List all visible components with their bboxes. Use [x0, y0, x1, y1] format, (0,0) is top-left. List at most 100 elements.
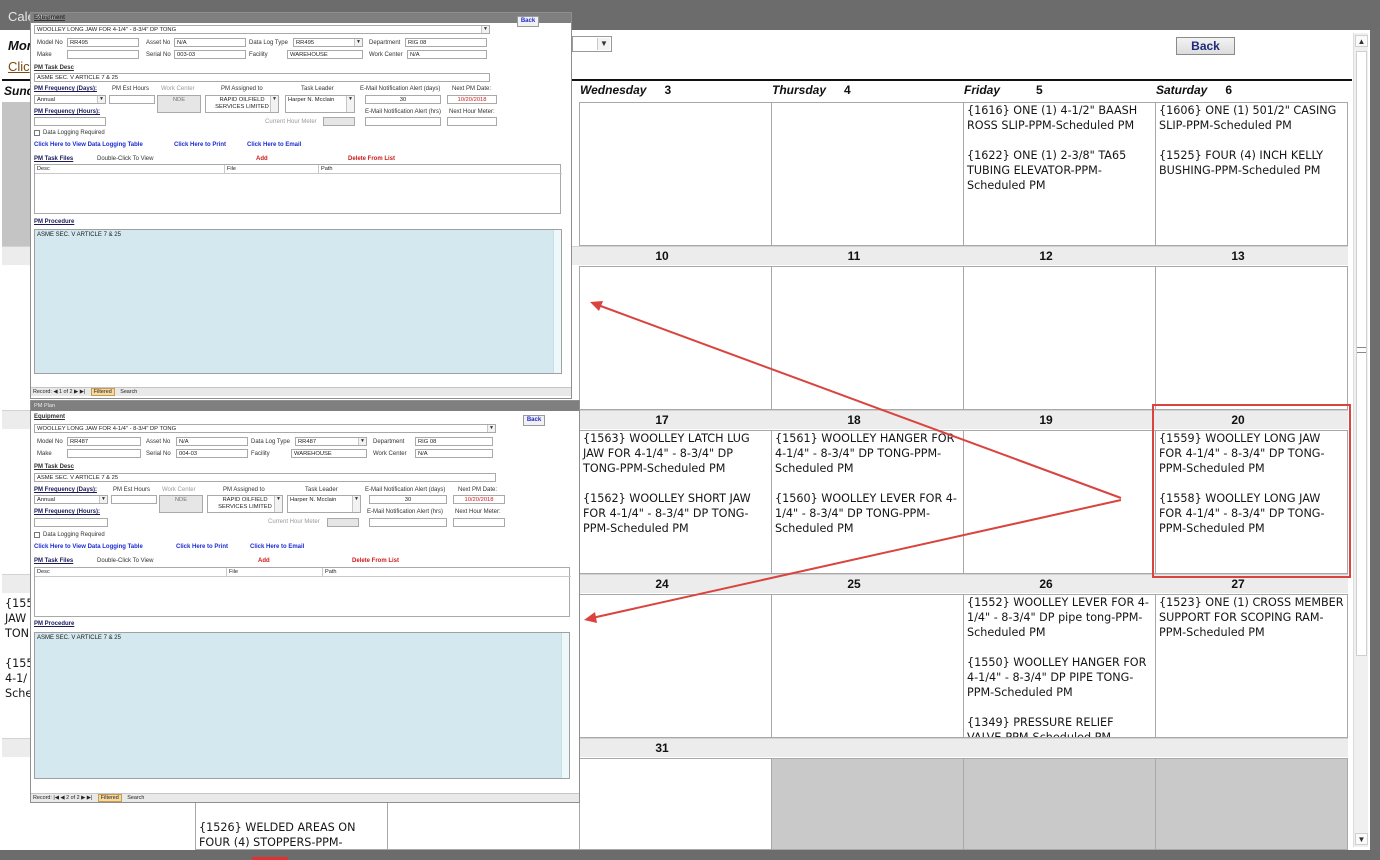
data-log-type-select[interactable]: RR495 ▼ — [293, 38, 363, 47]
calendar-cell-fri-19[interactable] — [963, 430, 1156, 574]
pm-entry[interactable]: {1550} WOOLLEY HANGER FOR 4-1/4" - 8-3/4… — [967, 655, 1152, 700]
procedure-textarea[interactable]: ASME SEC. V ARTICLE 7 & 25 — [34, 632, 570, 779]
calendar-cell-fri-26[interactable]: {1552} WOOLLEY LEVER FOR 4-1/4" - 8-3/4"… — [963, 594, 1156, 738]
pm-entry[interactable]: {1606} ONE (1) 501/2" CASING SLIP-PPM-Sc… — [1159, 103, 1344, 133]
pm-entry[interactable]: {1523} ONE (1) CROSS MEMBER SUPPORT FOR … — [1159, 595, 1344, 640]
make-field[interactable] — [67, 50, 139, 59]
pm-plan-window-2[interactable]: PM Plan Equipment WOOLLEY LONG JAW FOR 4… — [30, 400, 580, 803]
delete-file-button[interactable]: Delete From List — [352, 558, 399, 564]
email-hrs-field[interactable] — [369, 518, 447, 527]
data-logging-checkbox[interactable] — [34, 130, 40, 136]
scroll-up-icon[interactable]: ▲ — [1355, 35, 1368, 47]
email-link[interactable]: Click Here to Email — [250, 544, 304, 550]
search-box[interactable]: Search — [127, 795, 144, 801]
work-center-field[interactable]: N/A — [415, 449, 493, 458]
email-hrs-field[interactable] — [365, 117, 441, 126]
calendar-cell-thu-4[interactable] — [771, 102, 964, 246]
scroll-thumb[interactable] — [1356, 51, 1367, 656]
month-select[interactable]: ▼ — [572, 36, 612, 52]
filter-indicator[interactable]: Filtered — [90, 388, 115, 396]
pm-entry[interactable]: {1560} WOOLLEY LEVER FOR 4-1/4" - 8-3/4"… — [775, 491, 960, 536]
calendar-cell-fri-5[interactable]: {1616} ONE (1) 4-1/2" BAASH ROSS SLIP-PP… — [963, 102, 1156, 246]
add-file-button[interactable]: Add — [256, 156, 268, 162]
calendar-cell-thu-11[interactable] — [771, 266, 964, 410]
pm-entry[interactable]: {1349} PRESSURE RELIEF VALVE-PPM-Schedul… — [967, 715, 1152, 737]
task-desc-field[interactable]: ASME SEC. V ARTICLE 7 & 25 — [34, 73, 490, 82]
procedure-textarea[interactable]: ASME SEC. V ARTICLE 7 & 25 — [34, 229, 562, 374]
pm-entry[interactable]: {1561} WOOLLEY HANGER FOR 4-1/4" - 8-3/4… — [775, 431, 960, 476]
task-leader-select[interactable]: Harper N. Mcclain ▼ — [287, 495, 361, 513]
add-file-button[interactable]: Add — [258, 558, 270, 564]
calendar-cell-wed-10[interactable] — [579, 266, 772, 410]
scroll-down-icon[interactable]: ▼ — [1355, 833, 1368, 845]
pm-entry[interactable]: {1563} WOOLLEY LATCH LUG JAW FOR 4-1/4" … — [583, 431, 768, 476]
freq-hours-field[interactable] — [34, 117, 106, 126]
work-center-field[interactable]: N/A — [407, 50, 487, 59]
email-link[interactable]: Click Here to Email — [247, 142, 301, 148]
calendar-cell-thu-18[interactable]: {1561} WOOLLEY HANGER FOR 4-1/4" - 8-3/4… — [771, 430, 964, 574]
back-button[interactable]: Back — [517, 16, 539, 27]
next-meter-field[interactable] — [447, 117, 497, 126]
freq-hours-field[interactable] — [34, 518, 108, 527]
filter-indicator[interactable]: Filtered — [97, 794, 122, 802]
calendar-cell-sat-27[interactable]: {1523} ONE (1) CROSS MEMBER SUPPORT FOR … — [1155, 594, 1348, 738]
email-days-field[interactable]: 30 — [369, 495, 447, 504]
delete-file-button[interactable]: Delete From List — [348, 156, 395, 162]
procedure-scrollbar[interactable] — [561, 633, 569, 778]
pm-entry[interactable]: {1562} WOOLLEY SHORT JAW FOR 4-1/4" - 8-… — [583, 491, 768, 536]
equipment-select[interactable]: WOOLLEY LONG JAW FOR 4-1/4" - 8-3/4" DP … — [34, 424, 496, 433]
task-desc-field[interactable]: ASME SEC. V ARTICLE 7 & 25 — [34, 473, 496, 482]
est-hours-field[interactable] — [111, 495, 157, 504]
facility-field[interactable]: WAREHOUSE — [291, 449, 367, 458]
record-navigation[interactable]: Record: ◀ 1 of 2 ▶ ▶| Filtered Search — [31, 387, 571, 396]
print-link[interactable]: Click Here to Print — [174, 142, 226, 148]
frequency-select[interactable]: Annual ▼ — [34, 95, 106, 104]
calendar-cell-wed-24[interactable] — [579, 594, 772, 738]
calendar-cell-sat-13[interactable] — [1155, 266, 1348, 410]
next-date-field[interactable]: 10/20/2018 — [453, 495, 505, 504]
make-field[interactable] — [67, 449, 141, 458]
view-data-logging-link[interactable]: Click Here to View Data Logging Table — [34, 544, 143, 550]
calendar-cell-thu-25[interactable] — [771, 594, 964, 738]
data-logging-checkbox[interactable] — [34, 532, 40, 538]
first-record-icon[interactable]: |◀ ◀ — [53, 795, 66, 801]
department-field[interactable]: RIG 08 — [415, 437, 493, 446]
serial-no-field[interactable]: 004-03 — [176, 449, 248, 458]
next-date-field[interactable]: 10/20/2018 — [447, 95, 497, 104]
calendar-cell-fri-12[interactable] — [963, 266, 1156, 410]
equipment-select[interactable]: WOOLLEY LONG JAW FOR 4-1/4" - 8-3/4" DP … — [34, 25, 490, 34]
record-navigation[interactable]: Record: |◀ ◀ 2 of 2 ▶ ▶| Filtered Search — [31, 793, 579, 802]
calendar-cell-sat-6[interactable]: {1606} ONE (1) 501/2" CASING SLIP-PPM-Sc… — [1155, 102, 1348, 246]
search-box[interactable]: Search — [120, 389, 137, 395]
est-hours-field[interactable] — [109, 95, 155, 104]
vertical-scrollbar[interactable]: ▲ ▼ — [1353, 33, 1368, 847]
frequency-select[interactable]: Annual ▼ — [34, 495, 108, 504]
assigned-select[interactable]: RAPID OILFIELD SERVICES LIMITED ▼ — [205, 95, 279, 113]
task-files-table[interactable]: Desc File Path — [34, 567, 571, 617]
task-leader-select[interactable]: Harper N. Mcclain ▼ — [285, 95, 355, 113]
model-no-field[interactable]: RR495 — [67, 38, 139, 47]
model-no-field[interactable]: RR487 — [67, 437, 141, 446]
assigned-select[interactable]: RAPID OILFIELD SERVICES LIMITED ▼ — [207, 495, 283, 513]
next-meter-field[interactable] — [453, 518, 505, 527]
print-link[interactable]: Click Here to Print — [176, 544, 228, 550]
department-field[interactable]: RIG 08 — [405, 38, 487, 47]
pm-entry[interactable]: {1525} FOUR (4) INCH KELLY BUSHING-PPM-S… — [1159, 148, 1344, 178]
asset-no-field[interactable]: N/A — [174, 38, 246, 47]
pm-plan-window-1[interactable]: PM Plan Equipment WOOLLEY LONG JAW FOR 4… — [30, 12, 572, 399]
view-data-logging-link[interactable]: Click Here to View Data Logging Table — [34, 142, 143, 148]
calendar-cell-wed[interactable] — [579, 758, 772, 850]
click-link[interactable]: Clic — [8, 59, 30, 74]
calendar-cell-wed-3[interactable] — [579, 102, 772, 246]
serial-no-field[interactable]: 003-03 — [174, 50, 246, 59]
facility-field[interactable]: WAREHOUSE — [287, 50, 363, 59]
pm-entry[interactable]: {1526} WELDED AREAS ON FOUR (4) STOPPERS… — [199, 820, 384, 849]
calendar-cell-wed-17[interactable]: {1563} WOOLLEY LATCH LUG JAW FOR 4-1/4" … — [579, 430, 772, 574]
next-record-icon[interactable]: ▶ ▶| — [74, 389, 87, 395]
back-button[interactable]: Back — [1176, 37, 1235, 55]
procedure-scrollbar[interactable] — [553, 230, 561, 373]
asset-no-field[interactable]: N/A — [176, 437, 248, 446]
next-record-icon[interactable]: ▶ ▶| — [81, 795, 94, 801]
task-files-table[interactable]: Desc File Path — [34, 164, 562, 214]
pm-entry[interactable]: {1616} ONE (1) 4-1/2" BAASH ROSS SLIP-PP… — [967, 103, 1152, 133]
